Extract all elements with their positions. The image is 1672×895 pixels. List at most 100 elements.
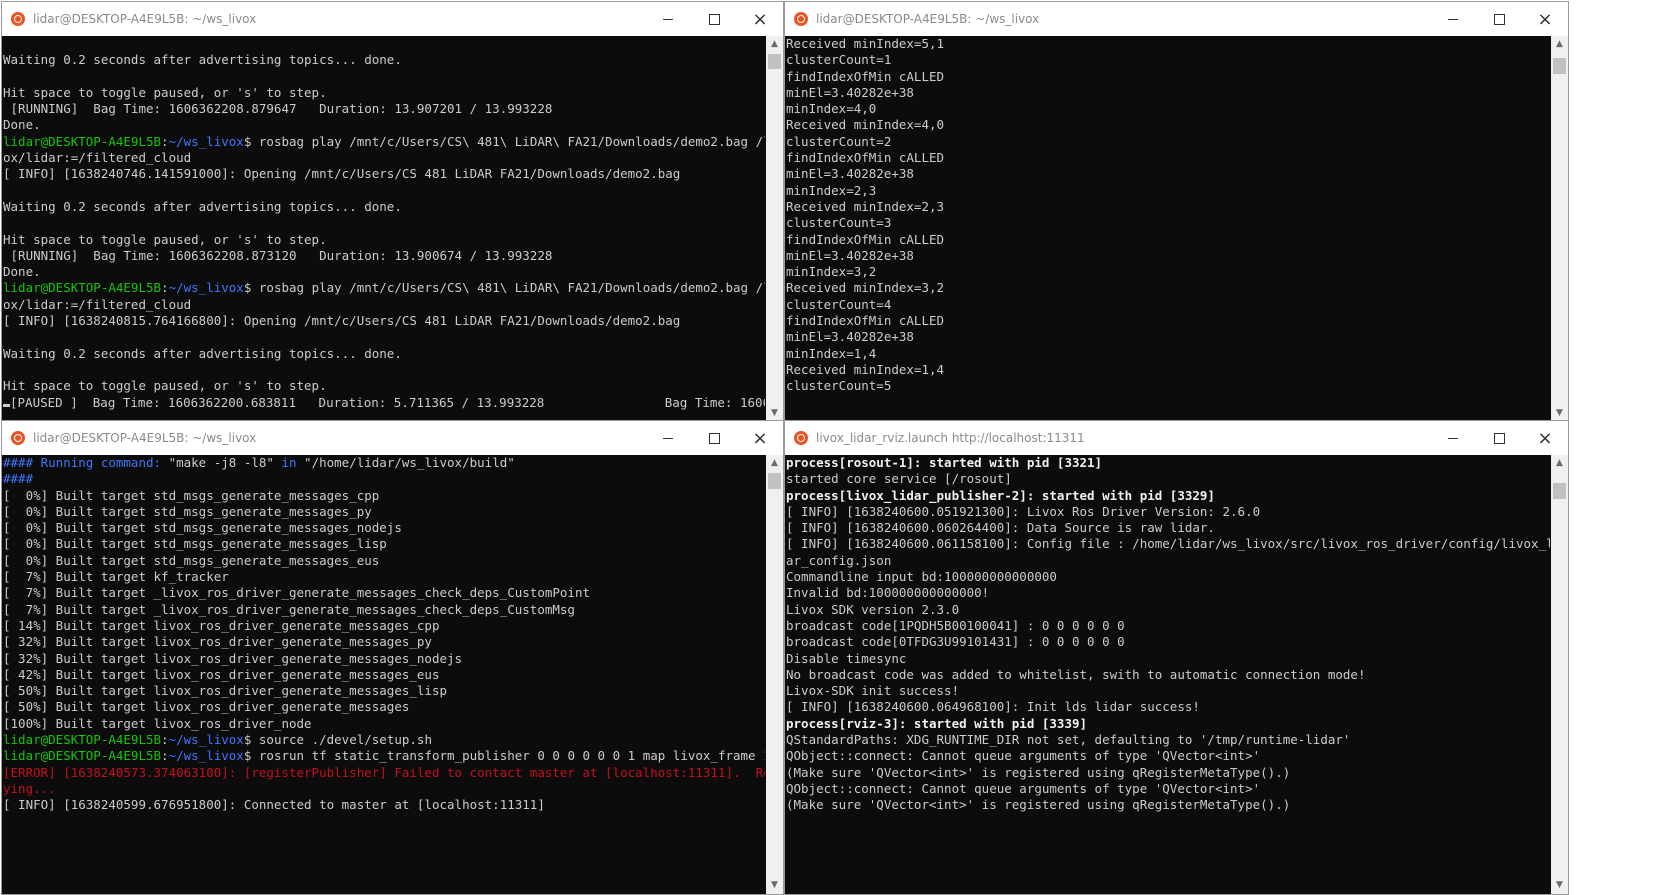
terminal-text: findIndexOfMin cALLED [786, 150, 945, 166]
minimize-button[interactable] [645, 421, 691, 455]
terminal-output[interactable]: Waiting 0.2 seconds after advertising to… [2, 36, 765, 422]
terminal-text: [ 0%] Built target std_msgs_generate_mes… [3, 536, 387, 552]
terminal-text: lidar@DESKTOP-A4E9L5B [3, 748, 162, 764]
terminal-text: ~/ws_livox [168, 280, 244, 296]
terminal-text: [ INFO] [1638240600.051921300]: Livox Ro… [786, 503, 1261, 519]
scroll-thumb[interactable] [768, 54, 781, 69]
terminal-output[interactable]: Received minIndex=5,1 clusterCount=1 findI… [785, 36, 1550, 422]
terminal-text: #### Running command: [3, 455, 169, 470]
terminal-line: (Make sure 'QVector<int>' is registered … [786, 765, 1550, 781]
terminal-line: [ERROR] [1638240573.374063100]: [registe… [3, 765, 765, 781]
title-bar[interactable]: lidar@DESKTOP-A4E9L5B: ~/ws_livox × [785, 2, 1568, 36]
terminal-window-bottom-left[interactable]: lidar@DESKTOP-A4E9L5B: ~/ws_livox × ####… [1, 420, 784, 895]
close-button[interactable]: × [737, 2, 783, 36]
terminal-line: [ 0%] Built target std_msgs_generate_mes… [3, 536, 765, 552]
terminal-text: "/home/lidar/ws_livox/build" [304, 455, 515, 470]
title-bar[interactable]: livox_lidar_rviz.launch http://localhost… [785, 421, 1568, 455]
close-icon: × [752, 8, 768, 30]
minimize-icon [663, 18, 673, 20]
terminal-text: [ 0%] Built target std_msgs_generate_mes… [3, 552, 380, 568]
scrollbar[interactable]: ▲ ▼ [1551, 36, 1568, 422]
terminal-line: Hit space to toggle paused, or 's' to st… [3, 85, 765, 101]
ubuntu-icon [11, 12, 25, 26]
terminal-text: [ INFO] [1638240815.764166800]: Opening … [3, 313, 681, 329]
maximize-button[interactable] [691, 421, 737, 455]
terminal-line: started core service [/rosout] [786, 471, 1550, 487]
terminal-line: [ INFO] [1638240599.676951800]: Connecte… [3, 797, 765, 813]
terminal-line: Received minIndex=1,4 [786, 362, 1550, 378]
terminal-line: [PAUSED ] Bag Time: 1606362200.683811 Du… [3, 395, 765, 411]
terminal-line: Received minIndex=5,1 [786, 36, 1550, 52]
terminal-window-top-left[interactable]: lidar@DESKTOP-A4E9L5B: ~/ws_livox × Wait… [1, 1, 784, 423]
minimize-button[interactable] [1430, 2, 1476, 36]
terminal-text: $ source ./devel/setup.sh [243, 732, 432, 748]
terminal-text: ~/ws_livox [168, 133, 244, 149]
maximize-button[interactable] [691, 2, 737, 36]
terminal-output[interactable]: #### Running command: "make -j8 -l8" in … [2, 455, 765, 894]
terminal-window-top-right[interactable]: lidar@DESKTOP-A4E9L5B: ~/ws_livox × Rece… [784, 1, 1569, 423]
terminal-window-bottom-right[interactable]: livox_lidar_rviz.launch http://localhost… [784, 420, 1569, 895]
close-button[interactable]: × [737, 421, 783, 455]
title-bar[interactable]: lidar@DESKTOP-A4E9L5B: ~/ws_livox × [2, 421, 783, 455]
scroll-up-icon[interactable]: ▲ [766, 36, 783, 53]
terminal-text: Received minIndex=1,4 [786, 361, 945, 377]
terminal-line: Waiting 0.2 seconds after advertising to… [3, 52, 765, 68]
scroll-thumb[interactable] [768, 473, 781, 489]
terminal-text: Received minIndex=3,2 [786, 280, 945, 296]
terminal-text: Received minIndex=4,0 [786, 117, 945, 133]
terminal-text: Done. [3, 117, 41, 133]
terminal-text: clusterCount=1 [786, 52, 892, 68]
terminal-line: [ INFO] [1638240600.064968100]: Init lds… [786, 699, 1550, 715]
terminal-text: QObject::connect: Cannot queue arguments… [786, 748, 1261, 764]
scroll-thumb[interactable] [1553, 483, 1566, 499]
terminal-text: [ 7%] Built target _livox_ros_driver_gen… [3, 585, 590, 601]
scroll-down-icon[interactable]: ▼ [766, 877, 783, 894]
scroll-thumb[interactable] [1553, 58, 1566, 74]
window-title: lidar@DESKTOP-A4E9L5B: ~/ws_livox [33, 12, 257, 26]
terminal-line: minEl=3.40282e+38 [786, 248, 1550, 264]
title-bar[interactable]: lidar@DESKTOP-A4E9L5B: ~/ws_livox × [2, 2, 783, 36]
scroll-up-icon[interactable]: ▲ [1551, 455, 1568, 472]
terminal-line: [ INFO] [1638240746.141591000]: Opening … [3, 166, 765, 182]
terminal-line: findIndexOfMin cALLED [786, 232, 1550, 248]
close-button[interactable]: × [1522, 421, 1568, 455]
terminal-text: minEl=3.40282e+38 [786, 247, 914, 263]
terminal-line: process[rosout-1]: started with pid [332… [786, 455, 1550, 471]
terminal-line: lidar@DESKTOP-A4E9L5B:~/ws_livox$ rosrun… [3, 748, 765, 764]
window-title: livox_lidar_rviz.launch http://localhost… [816, 431, 1085, 445]
terminal-text: Hit space to toggle paused, or 's' to st… [3, 84, 327, 100]
terminal-line: [ 7%] Built target kf_tracker [3, 569, 765, 585]
terminal-line: [RUNNING] Bag Time: 1606362208.873120 Du… [3, 248, 765, 264]
scroll-up-icon[interactable]: ▲ [766, 455, 783, 472]
terminal-text: Hit space to toggle paused, or 's' to st… [3, 378, 327, 394]
terminal-line: Livox-SDK init success! [786, 683, 1550, 699]
scroll-down-icon[interactable]: ▼ [1551, 877, 1568, 894]
terminal-text: Hit space to toggle paused, or 's' to st… [3, 231, 327, 247]
terminal-text: Waiting 0.2 seconds after advertising to… [3, 345, 402, 361]
terminal-line: clusterCount=4 [786, 297, 1550, 313]
maximize-button[interactable] [1476, 2, 1522, 36]
maximize-button[interactable] [1476, 421, 1522, 455]
terminal-line: [ INFO] [1638240815.764166800]: Opening … [3, 313, 765, 329]
scrollbar[interactable]: ▲ ▼ [766, 36, 783, 422]
terminal-text: Invalid bd:100000000000000! [786, 585, 990, 601]
terminal-line: minIndex=2,3 [786, 183, 1550, 199]
scroll-up-icon[interactable]: ▲ [1551, 36, 1568, 53]
terminal-text: minEl=3.40282e+38 [786, 84, 914, 100]
terminal-text: Livox SDK version 2.3.0 [786, 601, 960, 617]
terminal-text: [ INFO] [1638240600.060264400]: Data Sou… [786, 520, 1215, 536]
scrollbar[interactable]: ▲ ▼ [1551, 455, 1568, 894]
minimize-button[interactable] [1430, 421, 1476, 455]
terminal-text: process[livox_lidar_publisher-2]: starte… [786, 487, 1215, 503]
terminal-text: started core service [/rosout] [786, 471, 1012, 487]
scrollbar[interactable]: ▲ ▼ [766, 455, 783, 894]
terminal-output[interactable]: process[rosout-1]: started with pid [332… [785, 455, 1550, 894]
terminal-line: findIndexOfMin cALLED [786, 150, 1550, 166]
close-button[interactable]: × [1522, 2, 1568, 36]
close-icon: × [752, 427, 768, 449]
terminal-line: [ 7%] Built target _livox_ros_driver_gen… [3, 585, 765, 601]
terminal-line: findIndexOfMin cALLED [786, 313, 1550, 329]
terminal-line: clusterCount=3 [786, 215, 1550, 231]
minimize-button[interactable] [645, 2, 691, 36]
